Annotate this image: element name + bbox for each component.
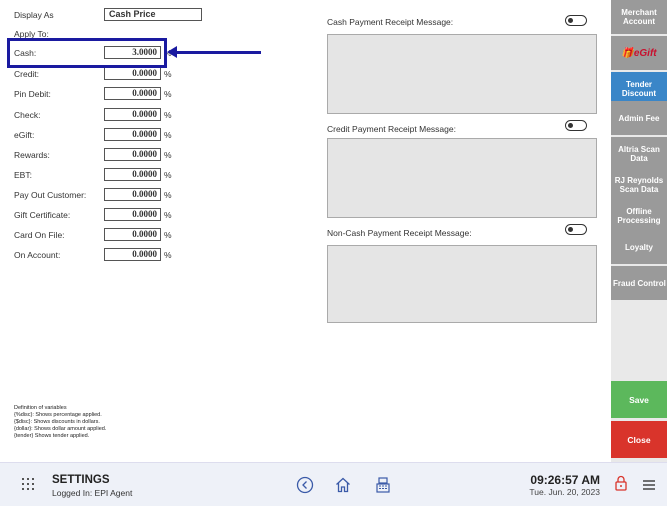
percent-unit: % (164, 170, 172, 180)
tender-label: Card On File: (14, 230, 65, 240)
current-time: 09:26:57 AM (530, 473, 600, 487)
tender-label: EBT: (14, 170, 32, 180)
variable-definitions: Definition of variables {%disc}: Shows p… (14, 405, 106, 440)
lock-icon[interactable] (612, 474, 630, 492)
percent-unit: % (164, 190, 172, 200)
sidebar-item-merchant-account[interactable]: Merchant Account (611, 0, 667, 36)
home-icon[interactable] (334, 476, 352, 494)
egift-logo: eGift (633, 47, 657, 59)
tender-label: On Account: (14, 250, 61, 260)
tender-label: Rewards: (14, 150, 50, 160)
page-title: SETTINGS (52, 474, 110, 486)
current-date: Tue. Jun. 20, 2023 (529, 487, 600, 497)
tender-percent-input[interactable]: 0.0000 (104, 128, 161, 141)
register-icon[interactable] (374, 476, 392, 494)
definition-line: {%disc}: Shows percentage applied. (14, 412, 102, 418)
tender-label: Gift Certificate: (14, 210, 71, 220)
tender-percent-input[interactable]: 0.0000 (104, 148, 161, 161)
cash-message-toggle[interactable] (565, 15, 587, 26)
tender-percent-input[interactable]: 0.0000 (104, 108, 161, 121)
annotation-arrow-head (167, 46, 177, 58)
credit-message-label: Credit Payment Receipt Message: (327, 124, 456, 134)
cash-message-label: Cash Payment Receipt Message: (327, 17, 454, 27)
tender-percent-input[interactable]: 0.0000 (104, 208, 161, 221)
cash-highlight-box (7, 38, 167, 68)
percent-unit: % (164, 210, 172, 220)
sidebar-item-admin-fee[interactable]: Admin Fee (611, 101, 667, 137)
non-cash-message-textarea[interactable] (327, 245, 597, 323)
non-cash-message-toggle[interactable] (565, 224, 587, 235)
close-button[interactable]: Close (611, 421, 667, 458)
definition-line: Definition of variables (14, 405, 67, 411)
gift-icon: 🎁 (621, 47, 634, 59)
percent-unit: % (164, 250, 172, 260)
tender-percent-input[interactable]: 0.0000 (104, 248, 161, 261)
sidebar-item-loyalty[interactable]: Loyalty (611, 230, 667, 266)
percent-unit: % (164, 150, 172, 160)
tender-percent-input[interactable]: 0.0000 (104, 67, 161, 80)
tender-label: Credit: (14, 69, 40, 79)
credit-message-textarea[interactable] (327, 138, 597, 218)
definition-line: {$disc}: Shows discounts in dollars. (14, 419, 100, 425)
tender-label: Pay Out Customer: (14, 190, 87, 200)
percent-unit: % (164, 230, 172, 240)
menu-icon[interactable] (640, 476, 658, 494)
annotation-arrow-line (172, 51, 261, 54)
percent-unit: % (164, 69, 172, 79)
logged-in-user: Logged In: EPI Agent (52, 488, 133, 498)
back-icon[interactable] (296, 476, 314, 494)
display-as-select[interactable]: Cash Price (104, 8, 202, 21)
cash-message-textarea[interactable] (327, 34, 597, 114)
non-cash-message-label: Non-Cash Payment Receipt Message: (327, 228, 472, 238)
tender-percent-input[interactable]: 0.0000 (104, 87, 161, 100)
percent-unit: % (164, 130, 172, 140)
definition-line: {dollar}: Shows dollar amount applied. (14, 426, 107, 432)
display-as-label: Display As (14, 10, 54, 20)
save-button[interactable]: Save (611, 381, 667, 418)
credit-message-toggle[interactable] (565, 120, 587, 131)
tender-percent-input[interactable]: 0.0000 (104, 228, 161, 241)
tender-percent-input[interactable]: 0.0000 (104, 168, 161, 181)
sidebar-item-egift[interactable]: 🎁 eGift (611, 36, 667, 72)
tender-label: Check: (14, 110, 41, 120)
tender-discount-form: Display As Cash Price Apply To: Cash: 3.… (0, 0, 318, 462)
app-grid-icon[interactable] (22, 478, 34, 490)
clock: 09:26:57 AM Tue. Jun. 20, 2023 (529, 473, 600, 497)
tender-label: Pin Debit: (14, 89, 51, 99)
tender-label: eGift: (14, 130, 35, 140)
bottom-bar: SETTINGS Logged In: EPI Agent 09:26:57 A… (0, 462, 667, 506)
tender-percent-input[interactable]: 0.0000 (104, 188, 161, 201)
definition-line: {tender} Shows tender applied. (14, 433, 90, 439)
percent-unit: % (164, 110, 172, 120)
percent-unit: % (164, 89, 172, 99)
sidebar-item-fraud-control[interactable]: Fraud Control (611, 266, 667, 302)
